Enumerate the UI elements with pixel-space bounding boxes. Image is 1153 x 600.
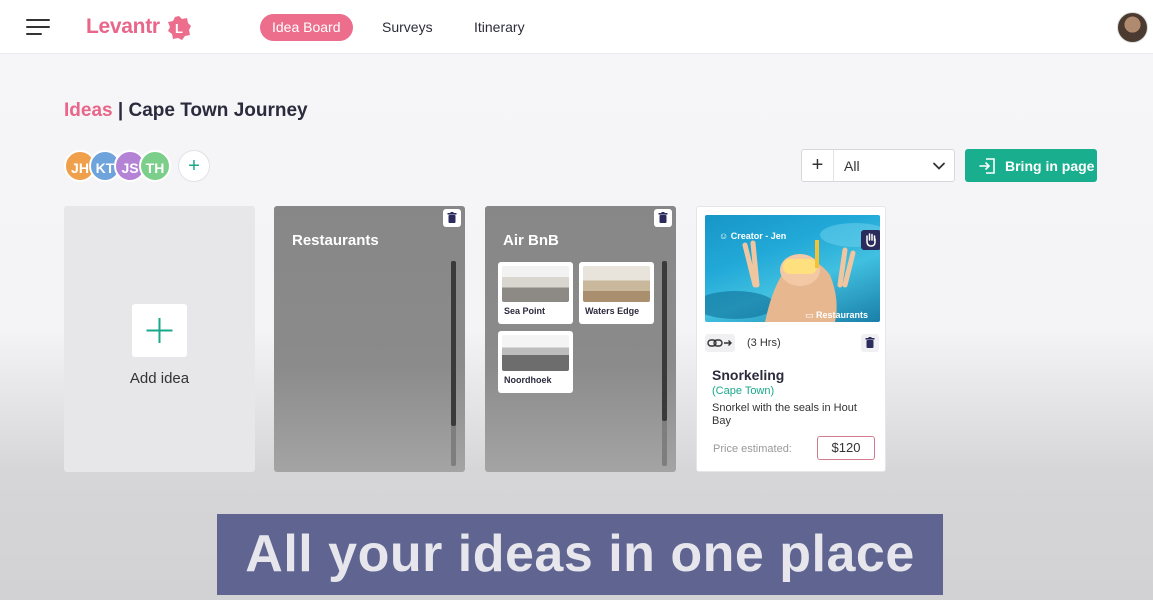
vote-hand-button[interactable] [861,230,880,250]
idea-card-title: Noordhoek [504,375,552,385]
add-idea-button[interactable] [132,304,187,357]
external-link-button[interactable] [705,334,735,352]
collaborator-avatar[interactable]: TH [139,150,171,182]
listing-photo [583,266,650,302]
folder-icon: ▭ [805,310,814,320]
idea-duration: (3 Hrs) [747,337,781,349]
scrollbar-thumb[interactable] [662,261,667,421]
link-arrow-icon [707,339,732,347]
add-idea-label: Add idea [129,370,190,387]
group-title: Restaurants [292,232,379,249]
category-filter-select[interactable]: + All [801,149,955,182]
chevron-down-icon[interactable] [932,159,946,173]
category-tag-label: Restaurants [816,310,869,320]
idea-title: Snorkeling [712,367,785,383]
import-icon [979,158,995,174]
idea-card-snorkeling[interactable]: ☺ Creator - Jen ▭ Restaurants (3 Hrs) Sn… [696,206,886,472]
scrollbar-thumb[interactable] [451,261,456,426]
idea-card-title: Sea Point [504,306,546,316]
trash-icon [865,337,875,348]
filter-selected-value: All [844,158,860,174]
app-logo[interactable]: Levantr [86,15,160,39]
idea-group-airbnb[interactable]: Air BnB Sea Point Waters Edge Noordhoek [485,206,676,472]
bring-in-page-button[interactable]: Bring in page [965,149,1097,182]
add-idea-tile[interactable]: Add idea [64,206,255,472]
nav-tab-surveys[interactable]: Surveys [382,14,433,41]
bring-in-page-label: Bring in page [1005,158,1095,174]
idea-group-restaurants[interactable]: Restaurants [274,206,465,472]
title-trip-name: Cape Town Journey [128,100,308,121]
idea-card-title: Waters Edge [585,306,640,316]
price-label: Price estimated: [713,443,792,455]
title-separator: | [117,100,124,121]
idea-description: Snorkel with the seals in Hout Bay [712,402,857,427]
delete-group-button[interactable] [654,209,672,227]
delete-group-button[interactable] [443,209,461,227]
top-bar: Levantr L Idea Board Surveys Itinerary [0,0,1153,54]
trash-icon [447,212,457,223]
add-collaborator-button[interactable]: + [178,150,210,182]
listing-photo [502,266,569,302]
idea-card-noordhoek[interactable]: Noordhoek [498,331,573,393]
creator-name: Creator - Jen [730,231,787,241]
raise-hand-icon [866,233,876,247]
user-avatar[interactable] [1117,12,1148,43]
logo-badge-letter: L [175,21,183,36]
nav-tab-itinerary[interactable]: Itinerary [474,14,525,41]
delete-idea-button[interactable] [861,334,879,352]
creator-label: ☺ Creator - Jen [719,231,786,241]
logo-badge-icon: L [168,16,191,40]
add-category-button[interactable]: + [802,150,834,181]
idea-location: (Cape Town) [712,385,775,397]
plus-icon [146,318,173,343]
trash-icon [658,212,668,223]
title-section[interactable]: Ideas [64,100,113,121]
idea-card-waters-edge[interactable]: Waters Edge [579,262,654,324]
idea-photo: ☺ Creator - Jen ▭ Restaurants [705,215,880,322]
listing-photo [502,335,569,371]
page-title: Ideas | Cape Town Journey [64,100,308,122]
video-caption: All your ideas in one place [217,514,943,595]
hamburger-menu-icon[interactable] [26,19,50,37]
nav-tab-idea-board[interactable]: Idea Board [260,14,353,41]
user-icon: ☺ [719,231,729,241]
idea-card-sea-point[interactable]: Sea Point [498,262,573,324]
price-estimate-field[interactable]: $120 [817,436,875,460]
category-tag: ▭ Restaurants [805,310,868,321]
group-title: Air BnB [503,232,559,249]
